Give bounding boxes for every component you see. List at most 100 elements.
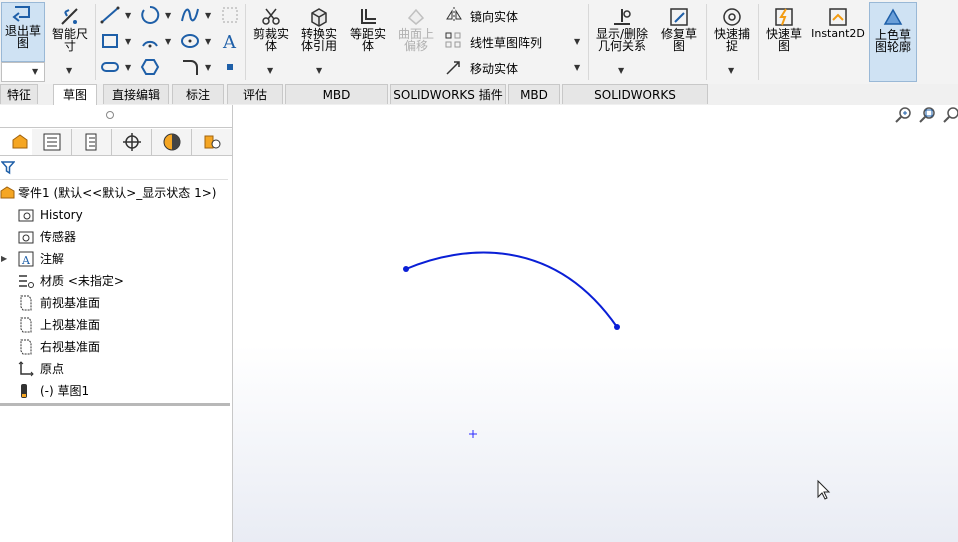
expand-arrow-icon[interactable]: ▶ — [1, 248, 7, 270]
history-folder-icon — [18, 209, 34, 222]
chevron-down-icon[interactable]: ▼ — [125, 37, 131, 46]
tab-sketch[interactable]: 草图 — [53, 84, 97, 105]
quick-snaps-button[interactable]: 快速捕捉 — [709, 6, 755, 56]
instant2d-button[interactable]: Instant2D — [810, 6, 866, 46]
svg-text:A: A — [21, 254, 31, 267]
smart-dimension-icon — [61, 8, 78, 25]
tab-features[interactable]: 特征 — [0, 84, 38, 104]
chevron-down-icon[interactable]: ▼ — [618, 66, 624, 75]
tab-evaluate[interactable]: 评估 — [227, 84, 283, 104]
part-icon — [0, 186, 15, 199]
ellipse-tool-icon[interactable] — [180, 31, 200, 51]
convert-entities-button[interactable]: 转换实体引用 — [297, 6, 341, 56]
rectangle-tool-icon[interactable] — [100, 31, 120, 51]
chevron-down-icon[interactable]: ▼ — [574, 63, 580, 72]
exit-sketch-dropdown[interactable]: ▼ — [1, 62, 45, 82]
sketch-arc[interactable] — [405, 251, 618, 328]
chevron-down-icon: ▼ — [32, 67, 39, 76]
linear-pattern-button[interactable]: 线性草图阵列 ▼ — [444, 30, 584, 52]
filter-icon[interactable] — [1, 161, 15, 175]
chevron-down-icon[interactable]: ▼ — [205, 37, 211, 46]
arc-start-point[interactable] — [403, 266, 409, 272]
feature-manager-icon — [12, 134, 28, 149]
chevron-down-icon[interactable]: ▼ — [728, 66, 734, 75]
shaded-sketch-contours-button[interactable]: 上色草图轮廓 — [869, 2, 917, 82]
chevron-down-icon[interactable]: ▼ — [66, 66, 72, 75]
offset-on-surface-button[interactable]: 曲面上偏移 — [394, 6, 438, 56]
arc-end-point[interactable] — [614, 324, 620, 330]
spline-tool-icon[interactable] — [180, 5, 200, 25]
graphics-area[interactable] — [233, 105, 958, 542]
display-manager-icon — [163, 133, 181, 151]
tab-mbd-dimensions[interactable]: MBD Dimensions — [285, 84, 388, 122]
tab-property-manager[interactable] — [32, 129, 72, 155]
divider — [706, 4, 707, 80]
panel-splitter-handle[interactable] — [0, 105, 232, 128]
divider — [758, 4, 759, 80]
rapid-sketch-button[interactable]: 快速草图 — [762, 6, 806, 56]
chevron-down-icon[interactable]: ▼ — [165, 11, 171, 20]
move-icon — [446, 61, 460, 75]
chevron-down-icon[interactable]: ▼ — [125, 63, 131, 72]
feature-manager-panel: 零件1 (默认<<默认>_显示状态 1>) History 传感器 ▶ A 注解… — [0, 105, 233, 542]
sketch-canvas[interactable] — [233, 105, 958, 542]
chevron-down-icon[interactable]: ▼ — [205, 63, 211, 72]
annotations-icon: A — [18, 251, 34, 267]
display-delete-relations-button[interactable]: 显示/删除几何关系 — [592, 6, 652, 56]
slot-tool-icon[interactable] — [100, 57, 120, 77]
tree-item-sketch1[interactable]: (-) 草图1 — [0, 380, 232, 402]
fillet-tool-icon[interactable] — [180, 57, 200, 77]
chevron-down-icon[interactable]: ▼ — [205, 11, 211, 20]
quick-snaps-icon — [723, 8, 741, 26]
plane-tool-icon[interactable] — [220, 5, 240, 25]
tree-item-annotations[interactable]: ▶ A 注解 — [0, 248, 232, 270]
chevron-down-icon[interactable]: ▼ — [125, 11, 131, 20]
linear-pattern-icon — [445, 32, 461, 48]
tab-dimxpert-manager[interactable] — [112, 129, 152, 155]
text-tool-icon[interactable]: A — [220, 31, 240, 51]
line-tool-icon[interactable] — [100, 5, 120, 25]
trim-entities-button[interactable]: 剪裁实体 — [249, 6, 293, 56]
tab-solidworks-inspection[interactable]: SOLIDWORKS Inspection — [562, 84, 708, 122]
chevron-down-icon[interactable]: ▼ — [316, 66, 322, 75]
tree-item-origin[interactable]: 原点 — [0, 358, 232, 380]
circle-tool-icon[interactable] — [140, 5, 160, 25]
convert-entities-icon — [311, 8, 327, 27]
addin-icon — [204, 135, 221, 149]
exit-sketch-button[interactable]: 退出草图 — [1, 2, 45, 62]
polygon-tool-icon[interactable] — [140, 57, 160, 77]
move-entities-button[interactable]: 移动实体 ▼ — [444, 56, 584, 78]
mouse-cursor-icon — [817, 479, 831, 500]
smart-dimension-button[interactable]: 智能尺寸 — [48, 6, 92, 54]
tab-display-manager[interactable] — [152, 129, 192, 155]
tree-item-top-plane[interactable]: 上视基准面 — [0, 314, 232, 336]
offset-entities-button[interactable]: 等距实体 — [346, 6, 390, 56]
rollback-bar[interactable] — [0, 403, 230, 406]
arc-tool-icon[interactable] — [140, 31, 160, 51]
splitter-dot-icon — [106, 111, 114, 119]
tab-addin-manager[interactable] — [192, 129, 232, 155]
tab-mbd[interactable]: MBD — [508, 84, 560, 104]
tree-item-sensors[interactable]: 传感器 — [0, 226, 232, 248]
feature-manager-tabs — [0, 129, 232, 156]
tree-item-history[interactable]: History — [0, 204, 232, 226]
tree-item-material[interactable]: 材质 <未指定> — [0, 270, 232, 292]
tree-root-part[interactable]: 零件1 (默认<<默认>_显示状态 1>) — [0, 182, 232, 204]
plane-icon — [20, 339, 32, 355]
repair-sketch-button[interactable]: 修复草图 — [656, 6, 702, 56]
rapid-sketch-icon — [775, 8, 793, 26]
chevron-down-icon[interactable]: ▼ — [165, 37, 171, 46]
tab-markup[interactable]: 标注 — [172, 84, 224, 104]
tree-item-right-plane[interactable]: 右视基准面 — [0, 336, 232, 358]
tab-solidworks-addins[interactable]: SOLIDWORKS 插件 — [390, 84, 506, 104]
relations-icon — [614, 9, 631, 25]
point-tool-icon[interactable] — [220, 57, 240, 77]
chevron-down-icon[interactable]: ▼ — [267, 66, 273, 75]
chevron-down-icon[interactable]: ▼ — [574, 37, 580, 46]
material-icon — [19, 275, 34, 288]
tab-direct-editing[interactable]: 直接编辑 — [103, 84, 169, 104]
mirror-entities-button[interactable]: 镜向实体 — [444, 4, 584, 26]
tree-item-front-plane[interactable]: 前视基准面 — [0, 292, 232, 314]
filter-bar — [0, 157, 228, 180]
tab-configuration-manager[interactable] — [72, 129, 112, 155]
